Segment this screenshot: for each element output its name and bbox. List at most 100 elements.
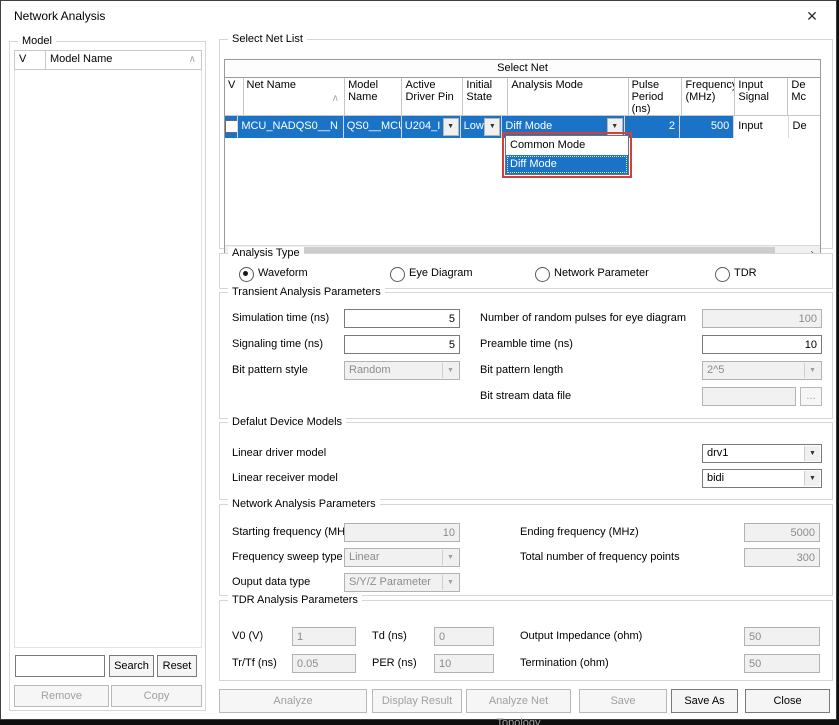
model-group: Model V Model Name ∧ Search Reset Remove… xyxy=(9,41,206,711)
network-params-group: Network Analysis Parameters Starting fre… xyxy=(219,504,833,596)
linear-receiver-label: Linear receiver model xyxy=(232,472,338,484)
net-col-frequency[interactable]: Frequency (MHz) xyxy=(682,78,735,115)
net-col-input-signal[interactable]: Input Signal xyxy=(735,78,788,115)
combo-arrow-icon: ▼ xyxy=(804,363,820,378)
save-button: Save xyxy=(579,689,667,713)
model-name-cell[interactable]: QS0__MCU xyxy=(344,116,402,138)
dialog-title: Network Analysis xyxy=(14,9,105,23)
combo-arrow-icon[interactable]: ▼ xyxy=(443,118,459,136)
combo-arrow-icon[interactable]: ▼ xyxy=(804,446,820,461)
net-col-active-driver-pin[interactable]: Active Driver Pin xyxy=(402,78,463,115)
net-col-model-name[interactable]: Model Name xyxy=(345,78,402,115)
radio-on-icon xyxy=(239,267,254,282)
preamble-time-label: Preamble time (ns) xyxy=(480,338,573,350)
initial-state-cell[interactable]: Low ▼ xyxy=(461,116,503,138)
radio-network-parameter[interactable]: Network Parameter xyxy=(535,267,695,281)
net-col-analysis-mode[interactable]: Analysis Mode xyxy=(508,78,628,115)
termination-label: Termination (ohm) xyxy=(520,657,609,669)
model-search-input[interactable] xyxy=(15,655,105,677)
output-type-label: Ouput data type xyxy=(232,576,310,588)
bit-stream-file-label: Bit stream data file xyxy=(480,390,571,402)
simulation-time-label: Simulation time (ns) xyxy=(232,312,329,324)
bit-pattern-length-label: Bit pattern length xyxy=(480,364,563,376)
annotation-box xyxy=(502,132,632,178)
net-name-cell[interactable]: MCU_NADQS0__N xyxy=(238,116,343,138)
pulse-period-cell[interactable]: 2 xyxy=(625,116,680,138)
freq-points-label: Total number of frequency points xyxy=(520,551,680,563)
select-net-list-label: Select Net List xyxy=(228,33,307,45)
radio-eye-diagram[interactable]: Eye Diagram xyxy=(390,267,530,281)
network-params-label: Network Analysis Parameters xyxy=(228,498,380,510)
analysis-type-label: Analysis Type xyxy=(228,247,304,259)
model-col-check[interactable]: V xyxy=(14,50,45,70)
combo-arrow-icon[interactable]: ▼ xyxy=(484,118,500,136)
tdr-group: TDR Analysis Parameters V0 (V) Td (ns) O… xyxy=(219,600,833,681)
signaling-time-input[interactable] xyxy=(344,335,460,354)
display-result-button: Display Result xyxy=(372,689,462,713)
sweep-type-label: Frequency sweep type xyxy=(232,551,343,563)
net-col-device-model[interactable]: De Mc xyxy=(788,78,820,115)
net-col-net-name[interactable]: Net Name ∧ xyxy=(244,78,346,115)
active-driver-pin-cell[interactable]: U204_I ▼ xyxy=(402,116,461,138)
linear-driver-combo[interactable]: drv1 ▼ xyxy=(702,444,822,463)
model-col-name[interactable]: Model Name ∧ xyxy=(45,50,202,70)
copy-button: Copy xyxy=(111,685,202,707)
radio-tdr[interactable]: TDR xyxy=(715,267,795,281)
analyze-button: Analyze xyxy=(219,689,367,713)
td-label: Td (ns) xyxy=(372,630,407,642)
output-impedance-input xyxy=(744,627,820,646)
freq-points-input xyxy=(744,548,820,567)
radio-off-icon xyxy=(535,267,550,282)
per-input xyxy=(434,654,494,673)
search-button[interactable]: Search xyxy=(109,655,154,677)
footer-buttons: Analyze Display Result Analyze Net Topol… xyxy=(219,689,833,713)
input-signal-cell: Input xyxy=(734,116,788,138)
save-as-button[interactable]: Save As xyxy=(671,689,738,713)
analysis-type-group: Analysis Type Waveform Eye Diagram Netwo… xyxy=(219,253,833,289)
net-col-pulse-period[interactable]: Pulse Period (ns) xyxy=(629,78,683,115)
bit-pattern-style-label: Bit pattern style xyxy=(232,364,308,376)
close-icon[interactable]: ✕ xyxy=(803,7,821,25)
combo-arrow-icon[interactable]: ▼ xyxy=(804,471,820,486)
model-group-label: Model xyxy=(18,35,56,47)
bit-pattern-style-combo: Random ▼ xyxy=(344,361,460,380)
radio-waveform[interactable]: Waveform xyxy=(239,267,379,281)
remove-button: Remove xyxy=(14,685,109,707)
radio-off-icon xyxy=(390,267,405,282)
model-list-header: V Model Name ∧ xyxy=(14,50,202,70)
device-models-label: Defalut Device Models xyxy=(228,416,346,428)
net-col-check[interactable]: V xyxy=(225,78,244,115)
tdr-group-label: TDR Analysis Parameters xyxy=(228,594,362,606)
analyze-net-topology-button: Analyze Net Topology xyxy=(466,689,571,713)
row-check-cell xyxy=(225,116,238,138)
reset-button[interactable]: Reset xyxy=(157,655,197,677)
net-col-initial-state[interactable]: Initial State xyxy=(463,78,508,115)
v0-input xyxy=(292,627,356,646)
network-analysis-dialog: Network Analysis ✕ Model V Model Name ∧ … xyxy=(0,0,837,720)
frequency-cell[interactable]: 500 xyxy=(680,116,734,138)
output-impedance-label: Output Impedance (ohm) xyxy=(520,630,642,642)
combo-arrow-icon: ▼ xyxy=(442,575,458,590)
net-row-checkbox[interactable] xyxy=(225,120,238,133)
linear-driver-label: Linear driver model xyxy=(232,447,326,459)
select-net-list-group: Select Net List Select Net V Net Name ∧ … xyxy=(219,39,833,249)
termination-input xyxy=(744,654,820,673)
sort-asc-icon: ∧ xyxy=(332,93,339,105)
title-bar: Network Analysis ✕ xyxy=(1,1,836,31)
td-input xyxy=(434,627,494,646)
linear-receiver-combo[interactable]: bidi ▼ xyxy=(702,469,822,488)
select-net-button[interactable]: Select Net xyxy=(225,60,820,78)
model-list[interactable] xyxy=(14,70,202,648)
start-freq-input xyxy=(344,523,460,542)
close-button[interactable]: Close xyxy=(745,689,830,713)
sort-asc-icon: ∧ xyxy=(189,54,196,65)
v0-label: V0 (V) xyxy=(232,630,263,642)
per-label: PER (ns) xyxy=(372,657,417,669)
device-models-group: Defalut Device Models Linear driver mode… xyxy=(219,422,833,500)
simulation-time-input[interactable] xyxy=(344,309,460,328)
preamble-time-input[interactable] xyxy=(702,335,822,354)
transient-group-label: Transient Analysis Parameters xyxy=(228,286,385,298)
browse-button: ... xyxy=(800,387,822,406)
device-model-cell: De xyxy=(789,116,820,138)
radio-off-icon xyxy=(715,267,730,282)
